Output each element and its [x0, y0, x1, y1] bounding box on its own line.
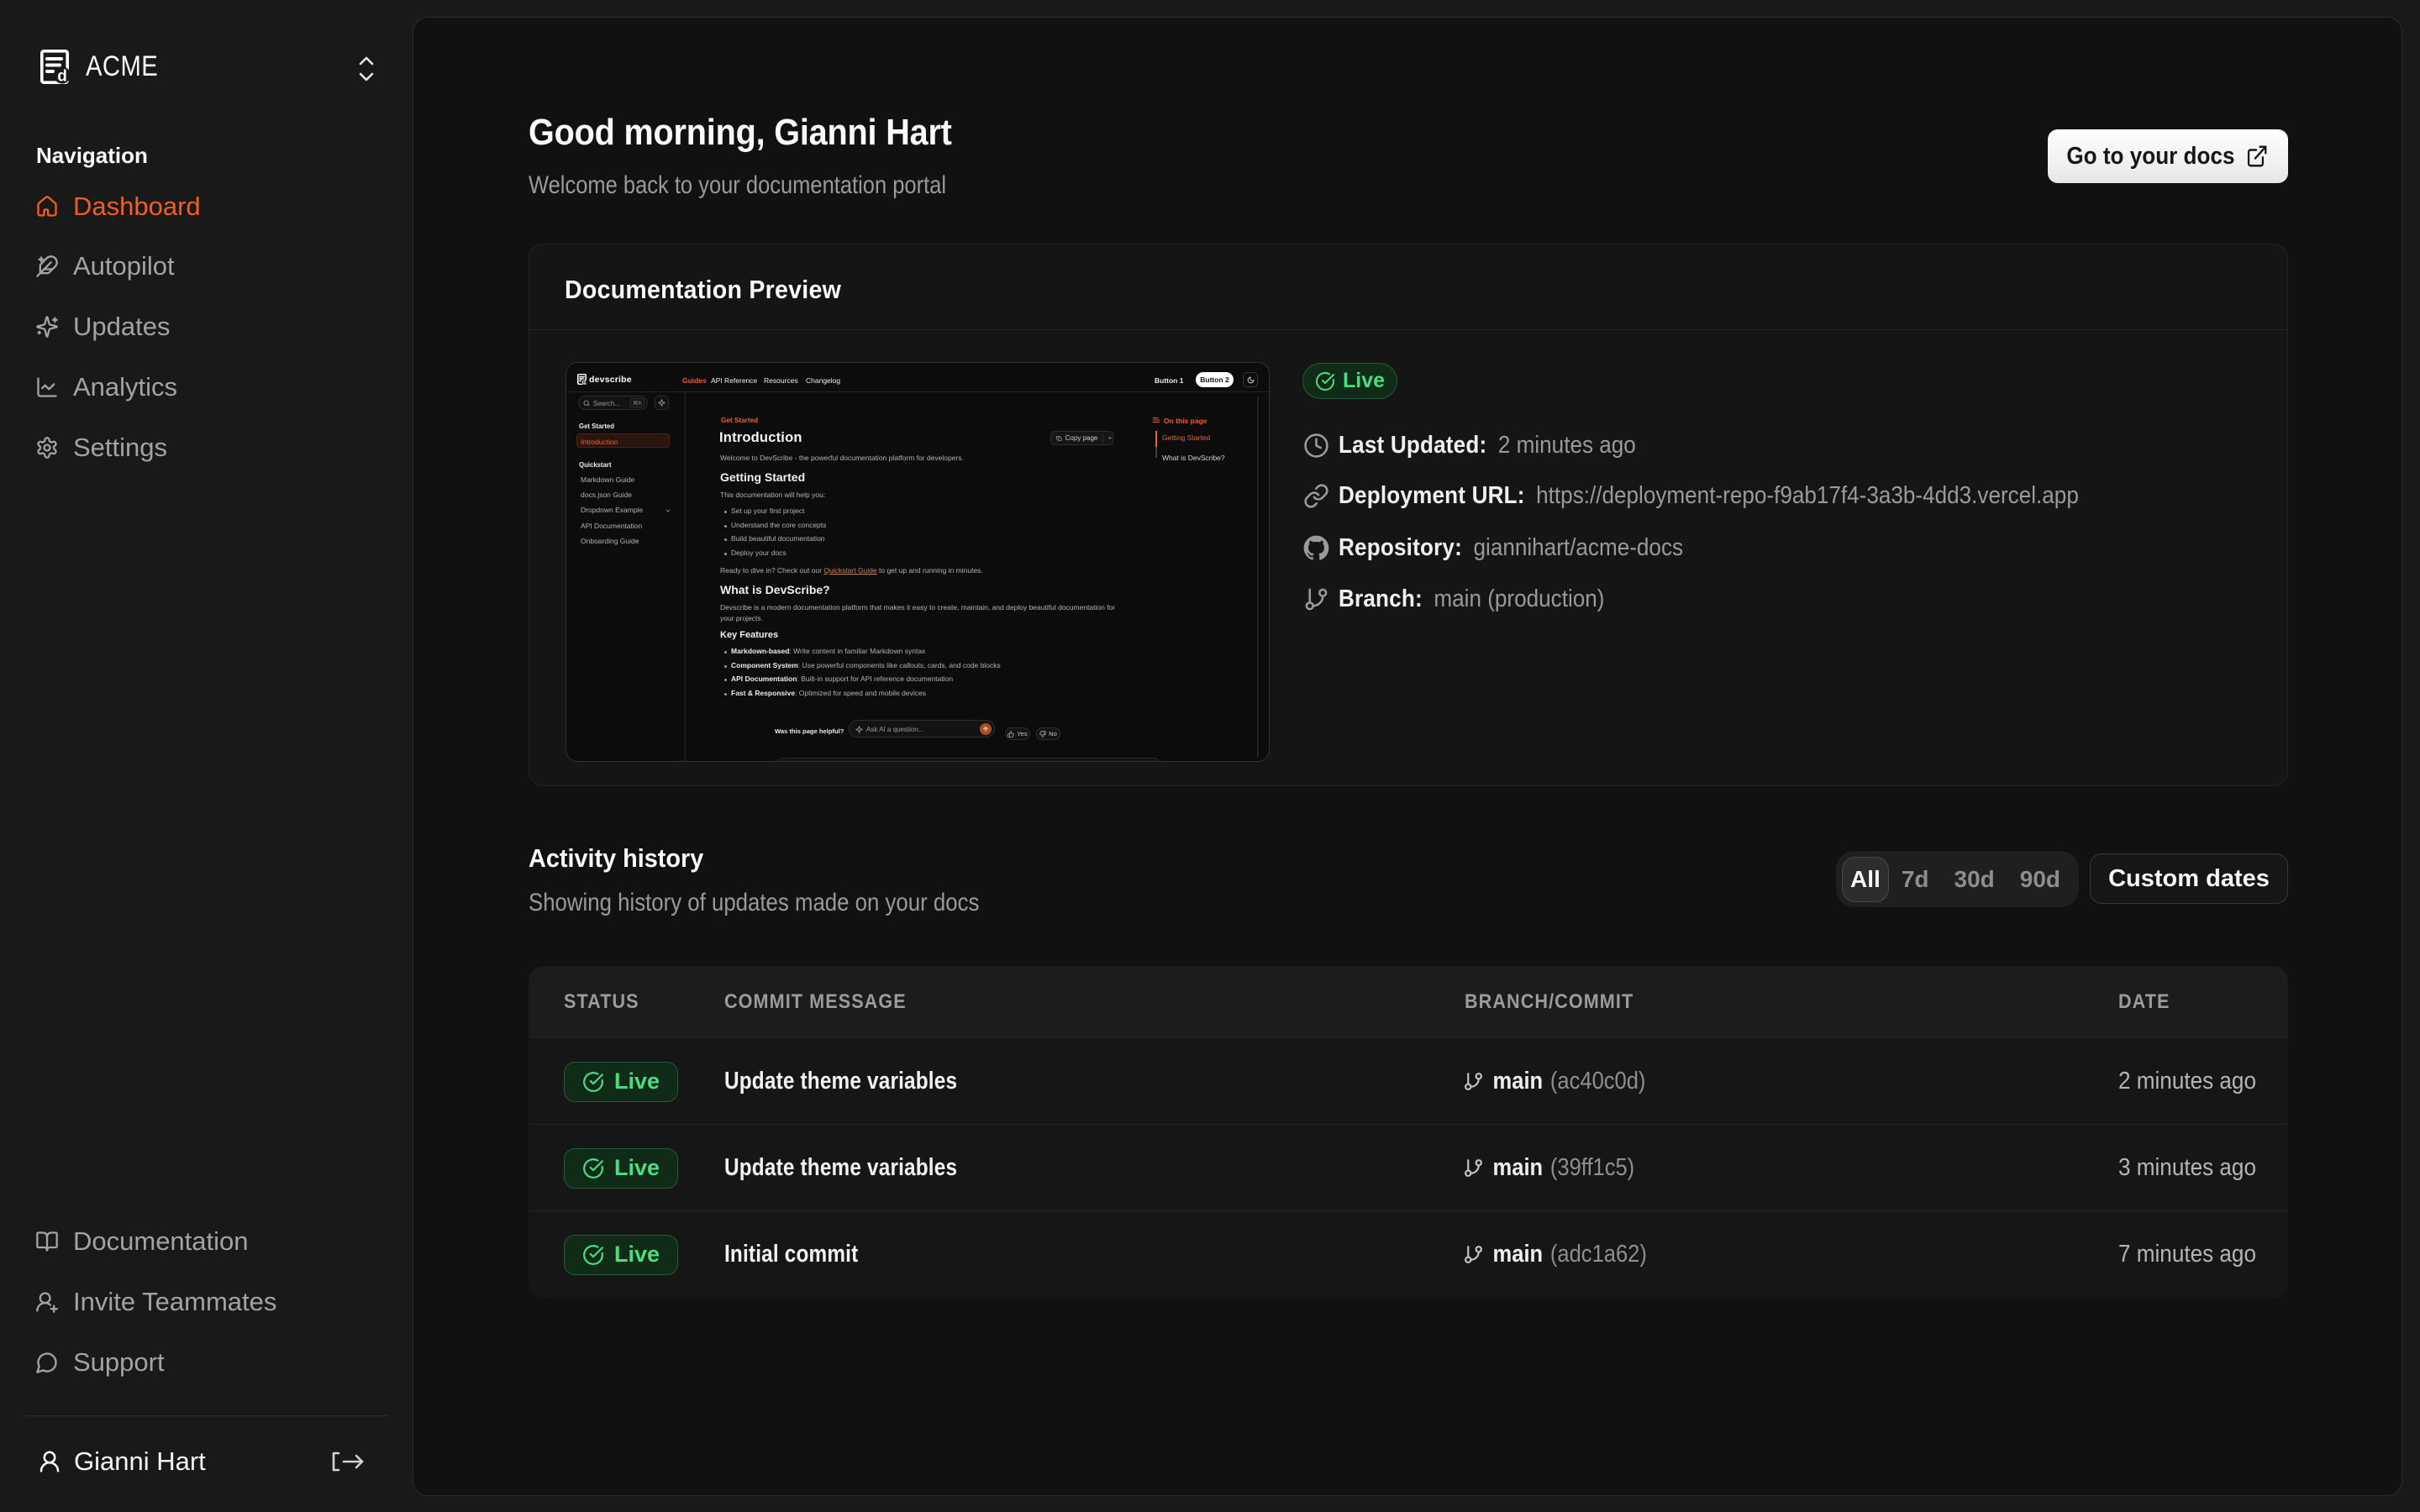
- svg-text:d: d: [582, 378, 586, 385]
- svg-text:d: d: [57, 68, 67, 85]
